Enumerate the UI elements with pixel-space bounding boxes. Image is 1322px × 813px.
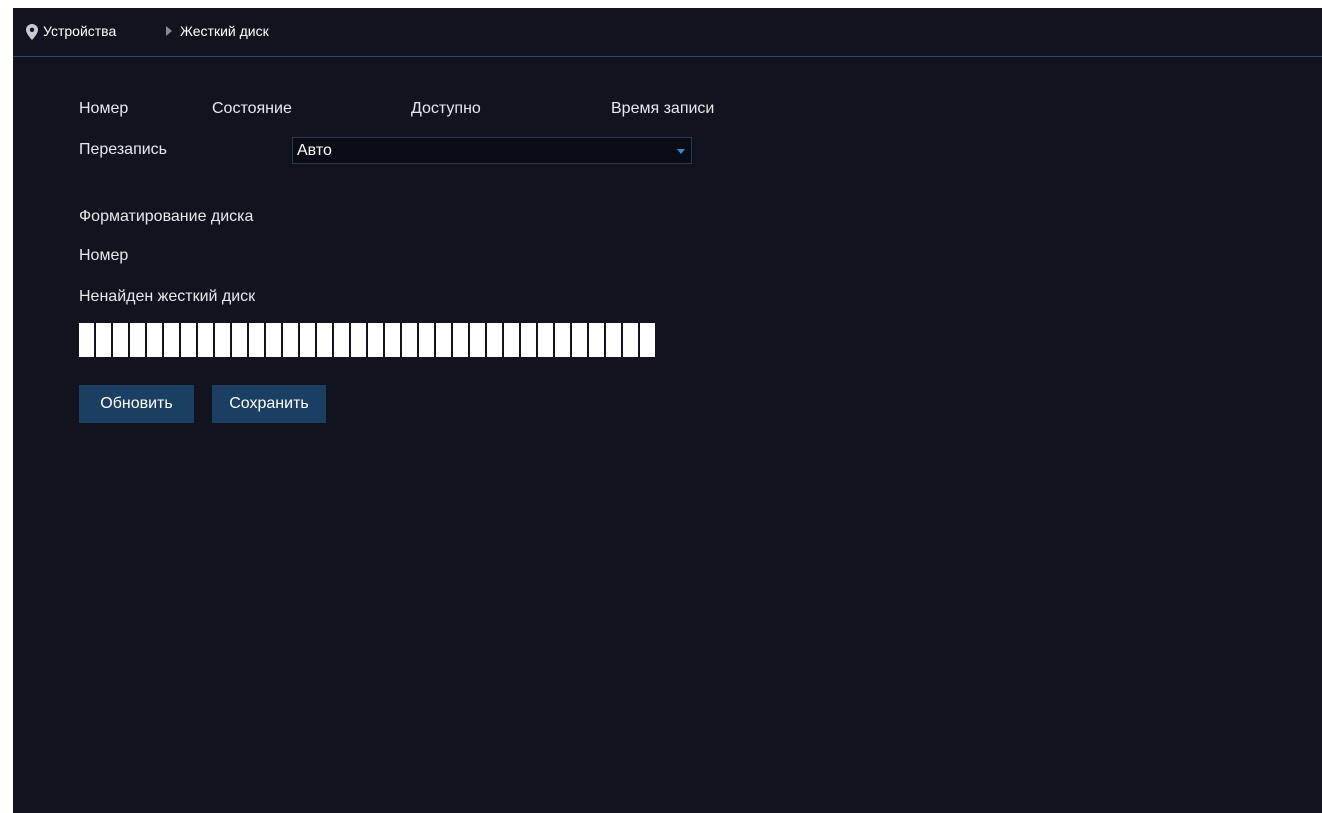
breadcrumb-item-hdd: Жесткий диск — [180, 23, 269, 39]
format-progress-bar — [79, 323, 669, 357]
overwrite-label: Перезапись — [79, 141, 168, 158]
progress-segment — [504, 323, 519, 357]
progress-segment — [487, 323, 502, 357]
progress-segment — [351, 323, 366, 357]
format-disk-title: Форматирование диска — [79, 208, 254, 225]
progress-segment — [589, 323, 604, 357]
progress-segment — [317, 323, 332, 357]
progress-segment — [79, 323, 94, 357]
progress-segment — [266, 323, 281, 357]
triangle-right-icon — [166, 26, 172, 36]
progress-segment — [572, 323, 587, 357]
refresh-button[interactable]: Обновить — [79, 385, 194, 423]
format-number-label: Номер — [79, 247, 129, 264]
column-header-available: Доступно — [411, 100, 481, 117]
progress-segment — [640, 323, 655, 357]
progress-segment — [130, 323, 145, 357]
breadcrumb: Устройства Жесткий диск — [13, 8, 1322, 57]
progress-segment — [249, 323, 264, 357]
column-header-status: Состояние — [212, 100, 292, 117]
column-header-record-time: Время записи — [611, 100, 715, 117]
caret-down-icon — [677, 149, 685, 154]
progress-segment — [606, 323, 621, 357]
progress-segment — [334, 323, 349, 357]
progress-segment — [113, 323, 128, 357]
progress-segment — [215, 323, 230, 357]
progress-segment — [402, 323, 417, 357]
progress-segment — [453, 323, 468, 357]
overwrite-select-value: Авто — [297, 142, 332, 159]
breadcrumb-item-devices[interactable]: Устройства — [43, 23, 116, 39]
progress-segment — [147, 323, 162, 357]
progress-segment — [300, 323, 315, 357]
progress-segment — [283, 323, 298, 357]
progress-segment — [164, 323, 179, 357]
progress-segment — [555, 323, 570, 357]
column-header-number: Номер — [79, 100, 129, 117]
overwrite-select[interactable]: Авто — [292, 137, 692, 164]
progress-segment — [96, 323, 111, 357]
map-pin-icon — [26, 24, 38, 40]
progress-segment — [436, 323, 451, 357]
no-disk-status: Ненайден жесткий диск — [79, 288, 256, 305]
progress-segment — [232, 323, 247, 357]
progress-segment — [538, 323, 553, 357]
progress-segment — [385, 323, 400, 357]
progress-segment — [368, 323, 383, 357]
progress-segment — [419, 323, 434, 357]
save-button[interactable]: Сохранить — [212, 385, 326, 423]
progress-segment — [521, 323, 536, 357]
progress-segment — [623, 323, 638, 357]
hdd-settings-panel: Устройства Жесткий диск Номер Состояние … — [13, 8, 1322, 813]
progress-segment — [470, 323, 485, 357]
progress-segment — [198, 323, 213, 357]
progress-segment — [181, 323, 196, 357]
